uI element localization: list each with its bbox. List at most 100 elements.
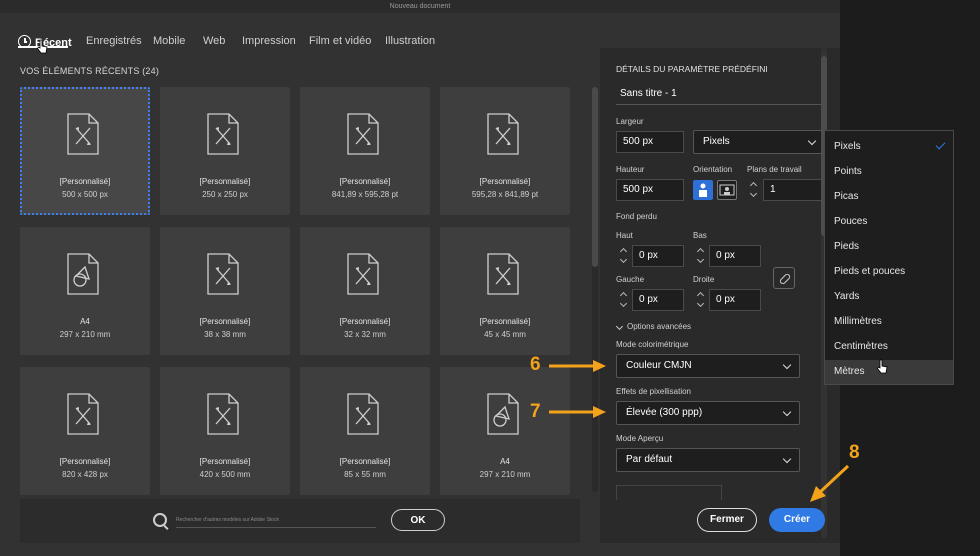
bleed-right-field[interactable]: 0 px bbox=[709, 289, 761, 311]
landscape-orientation-button[interactable] bbox=[717, 180, 737, 200]
recent-item-size: 32 x 32 mm bbox=[344, 330, 386, 339]
tab-saved[interactable]: Enregistrés bbox=[86, 35, 142, 47]
bleed-left-stepper[interactable] bbox=[617, 290, 631, 310]
width-field[interactable]: 500 px bbox=[616, 131, 684, 153]
recent-item-size: 820 x 428 px bbox=[62, 470, 108, 479]
recent-item-name: [Personnalisé] bbox=[59, 177, 111, 186]
hand-cursor-icon bbox=[877, 359, 888, 374]
unit-option-yards[interactable]: Yards bbox=[825, 285, 953, 309]
custom-doc-icon bbox=[347, 113, 379, 155]
recent-scrollbar[interactable] bbox=[592, 87, 598, 492]
recent-item-name: A4 bbox=[500, 457, 510, 466]
unit-option-feet[interactable]: Pieds bbox=[825, 235, 953, 259]
bleed-right-stepper[interactable] bbox=[694, 290, 708, 310]
recent-item-card[interactable]: [Personnalisé] 841,89 x 595,28 pt bbox=[300, 87, 430, 215]
recent-item-card[interactable]: [Personnalisé] 595,28 x 841,89 pt bbox=[440, 87, 570, 215]
checkmark-icon bbox=[935, 139, 946, 150]
recent-item-size: 420 x 500 mm bbox=[199, 470, 251, 479]
bleed-bottom-stepper[interactable] bbox=[694, 246, 708, 266]
link-bleed-button[interactable] bbox=[773, 267, 795, 289]
tab-mobile[interactable]: Mobile bbox=[153, 35, 185, 47]
bleed-left-field[interactable]: 0 px bbox=[632, 289, 684, 311]
annotation-arrow-7-icon bbox=[549, 406, 606, 418]
custom-doc-icon bbox=[207, 393, 239, 435]
raster-effects-select[interactable]: Élevée (300 ppp) bbox=[616, 401, 800, 425]
unit-option-points[interactable]: Points bbox=[825, 160, 953, 184]
height-field[interactable]: 500 px bbox=[616, 179, 684, 201]
recent-count: (24) bbox=[142, 66, 160, 76]
recent-item-size: 45 x 45 mm bbox=[484, 330, 526, 339]
recent-item-size: 297 x 210 mm bbox=[479, 470, 531, 479]
portrait-orientation-button[interactable] bbox=[693, 180, 713, 200]
recent-items-grid: [Personnalisé] 500 x 500 px [Personnalisé]… bbox=[20, 87, 580, 495]
unit-option-label: Pixels bbox=[834, 141, 861, 152]
unit-select[interactable]: Pixels bbox=[693, 130, 825, 154]
ok-button[interactable]: OK bbox=[391, 509, 445, 531]
orientation-label: Orientation bbox=[693, 165, 733, 174]
unit-option-pixels[interactable]: Pixels bbox=[825, 135, 953, 159]
recent-item-name: [Personnalisé] bbox=[199, 317, 251, 326]
recent-item-name: [Personnalisé] bbox=[199, 457, 251, 466]
recent-item-size: 500 x 500 px bbox=[62, 190, 108, 199]
custom-doc-icon bbox=[67, 113, 99, 155]
bleed-top-stepper[interactable] bbox=[617, 246, 631, 266]
recent-item-name: [Personnalisé] bbox=[199, 177, 251, 186]
create-button[interactable]: Créer bbox=[769, 508, 825, 532]
new-document-dialog: Récent Enregistrés Mobile Web Impression… bbox=[0, 13, 840, 556]
recent-item-size: 85 x 55 mm bbox=[344, 470, 386, 479]
raster-effects-value: Élevée (300 ppp) bbox=[626, 407, 703, 418]
unit-option-millimeters[interactable]: Millimètres bbox=[825, 310, 953, 334]
recent-item-card[interactable]: A4 297 x 210 mm bbox=[440, 367, 570, 495]
chevron-down-icon bbox=[782, 360, 792, 370]
color-mode-select[interactable]: Couleur CMJN bbox=[616, 354, 800, 378]
recent-item-card[interactable]: [Personnalisé] 250 x 250 px bbox=[160, 87, 290, 215]
artboards-label: Plans de travail bbox=[747, 165, 802, 174]
tab-illustration[interactable]: Illustration bbox=[385, 35, 435, 47]
recent-item-card[interactable]: [Personnalisé] 85 x 55 mm bbox=[300, 367, 430, 495]
artboards-field[interactable]: 1 bbox=[763, 179, 825, 201]
bleed-top-field[interactable]: 0 px bbox=[632, 245, 684, 267]
bleed-bottom-field[interactable]: 0 px bbox=[709, 245, 761, 267]
portrait-icon bbox=[699, 183, 707, 197]
advanced-options-toggle[interactable]: Options avancées bbox=[627, 322, 691, 331]
shapes-doc-icon bbox=[67, 253, 99, 295]
recent-item-card[interactable]: [Personnalisé] 32 x 32 mm bbox=[300, 227, 430, 355]
search-icon bbox=[153, 513, 167, 527]
stock-search-input[interactable]: Rechercher d'autres modèles sur Adobe St… bbox=[176, 513, 376, 528]
custom-doc-icon bbox=[347, 253, 379, 295]
recent-item-card[interactable]: [Personnalisé] 45 x 45 mm bbox=[440, 227, 570, 355]
annotation-arrow-6-icon bbox=[549, 360, 606, 372]
preview-mode-value: Par défaut bbox=[626, 454, 673, 465]
recent-item-card[interactable]: [Personnalisé] 500 x 500 px bbox=[20, 87, 150, 215]
tab-print[interactable]: Impression bbox=[242, 35, 296, 47]
tab-film-video[interactable]: Film et vidéo bbox=[309, 35, 371, 47]
height-label: Hauteur bbox=[616, 165, 645, 174]
recent-item-card[interactable]: A4 297 x 210 mm bbox=[20, 227, 150, 355]
close-button[interactable]: Fermer bbox=[697, 508, 757, 532]
recent-item-card[interactable]: [Personnalisé] 820 x 428 px bbox=[20, 367, 150, 495]
preview-mode-select[interactable]: Par défaut bbox=[616, 448, 800, 472]
chevron-down-icon bbox=[782, 454, 792, 464]
unit-option-meters[interactable]: Mètres bbox=[825, 360, 953, 384]
width-label: Largeur bbox=[616, 117, 644, 126]
artboards-stepper[interactable] bbox=[747, 180, 761, 200]
unit-option-inches[interactable]: Pouces bbox=[825, 210, 953, 234]
scroll-thumb[interactable] bbox=[592, 87, 598, 267]
window-title: Nouveau document bbox=[0, 0, 840, 13]
unit-option-feet-inches[interactable]: Pieds et pouces bbox=[825, 260, 953, 284]
document-name-field[interactable]: Sans titre - 1 bbox=[620, 88, 677, 99]
bleed-left-label: Gauche bbox=[616, 275, 645, 284]
recent-item-name: [Personnalisé] bbox=[59, 457, 111, 466]
recent-item-name: [Personnalisé] bbox=[339, 457, 391, 466]
unit-option-centimeters[interactable]: Centimètres bbox=[825, 335, 953, 359]
recent-item-card[interactable]: [Personnalisé] 420 x 500 mm bbox=[160, 367, 290, 495]
template-button-partial bbox=[616, 485, 722, 500]
recent-item-size: 595,28 x 841,89 pt bbox=[471, 190, 539, 199]
color-mode-value: Couleur CMJN bbox=[626, 360, 692, 371]
shapes-doc-icon bbox=[487, 393, 519, 435]
document-name-underline bbox=[616, 104, 824, 105]
recent-item-name: [Personnalisé] bbox=[479, 177, 531, 186]
unit-option-picas[interactable]: Picas bbox=[825, 185, 953, 209]
tab-web[interactable]: Web bbox=[203, 35, 225, 47]
recent-item-card[interactable]: [Personnalisé] 38 x 38 mm bbox=[160, 227, 290, 355]
